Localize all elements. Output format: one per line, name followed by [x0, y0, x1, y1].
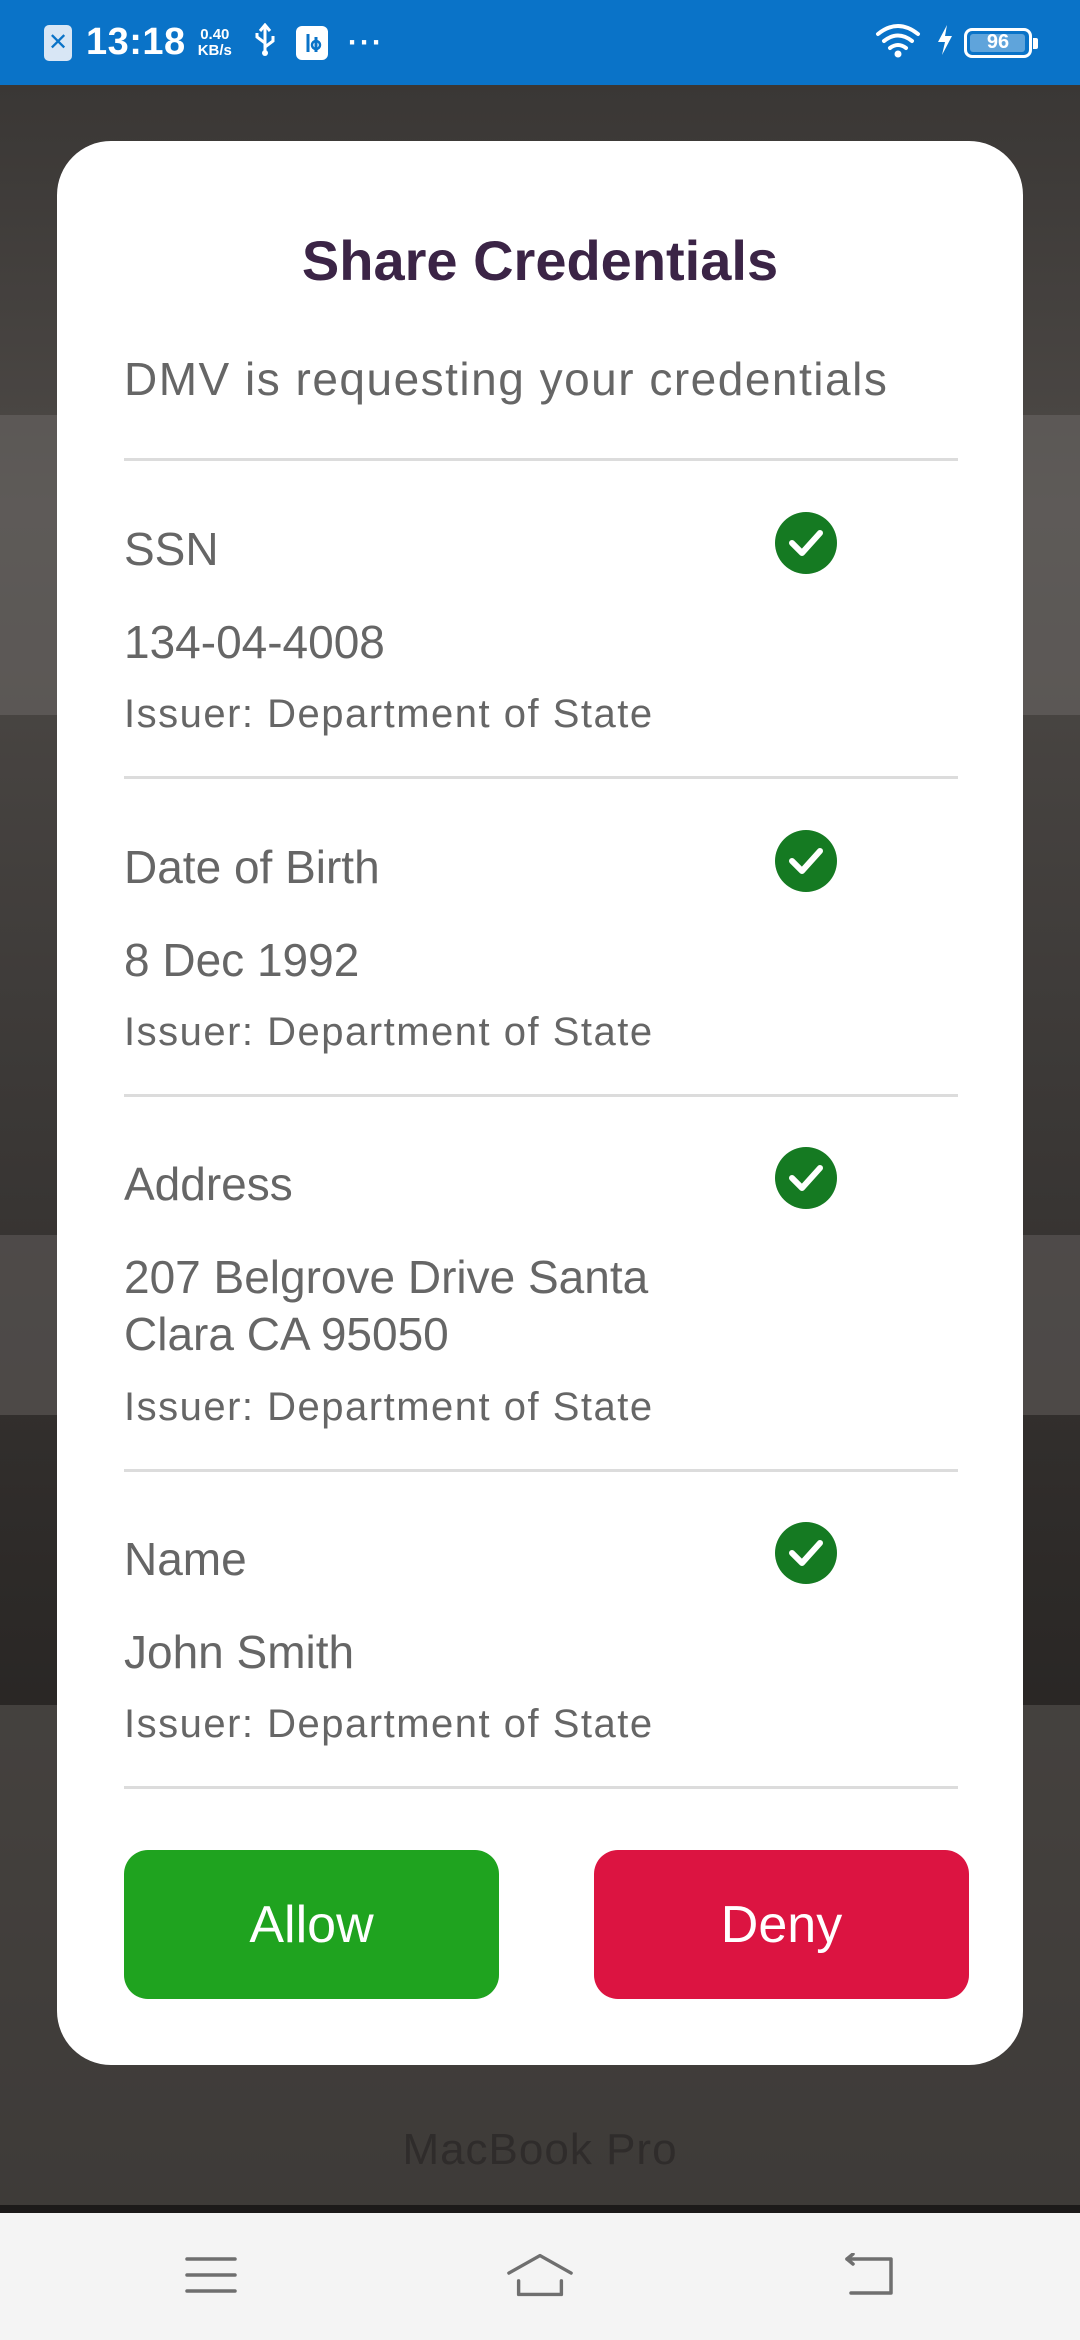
status-bar-right: 96	[874, 0, 1038, 85]
credential-label: Date of Birth	[124, 841, 380, 893]
menu-icon[interactable]	[176, 2243, 246, 2307]
dialog-title: Share Credentials	[301, 229, 779, 292]
status-bar: ✕ 13:18 0.40 KB/s ··· 96	[0, 0, 1080, 85]
credential-label: Address	[124, 1158, 293, 1210]
credential-label: Name	[124, 1533, 247, 1585]
credential-issuer: Issuer: Department of State	[124, 1010, 654, 1054]
status-bar-left: ✕ 13:18 0.40 KB/s ···	[44, 0, 384, 85]
credential-label: SSN	[124, 523, 219, 575]
divider	[124, 776, 958, 779]
more-notifications-icon: ···	[347, 25, 384, 59]
credential-value: 134-04-4008	[124, 616, 385, 668]
status-time: 13:18	[86, 21, 186, 63]
credential-value: John Smith	[124, 1626, 355, 1678]
credential-value: 8 Dec 1992	[124, 934, 360, 986]
credential-issuer: Issuer: Department of State	[124, 1385, 654, 1429]
checkmark-icon[interactable]	[775, 512, 837, 574]
checkmark-icon[interactable]	[775, 1522, 837, 1584]
credential-issuer: Issuer: Department of State	[124, 692, 654, 736]
x-app-icon: ✕	[44, 24, 72, 61]
navigation-bar	[0, 2213, 1080, 2340]
credential-value: 207 Belgrove Drive Santa Clara CA 95050	[124, 1251, 649, 1360]
divider	[124, 1094, 958, 1097]
divider	[124, 1786, 958, 1789]
share-credentials-dialog	[57, 141, 1023, 2065]
checkmark-icon[interactable]	[775, 1147, 837, 1209]
deny-button[interactable]: Deny	[594, 1850, 969, 1999]
divider	[124, 458, 958, 461]
checkmark-icon[interactable]	[775, 830, 837, 892]
dialog-subtitle: DMV is requesting your credentials	[124, 353, 889, 405]
back-icon[interactable]	[834, 2243, 904, 2307]
screen: ✕ 13:18 0.40 KB/s ··· 96 MacBook Pro Sha…	[0, 0, 1080, 2340]
credential-issuer: Issuer: Department of State	[124, 1702, 654, 1746]
usb-debug-icon	[295, 25, 328, 60]
usb-icon	[252, 22, 278, 62]
charging-icon	[936, 24, 954, 61]
network-speed-value: 0.40	[200, 25, 230, 43]
network-speed: 0.40 KB/s	[197, 25, 232, 59]
divider	[124, 1469, 958, 1472]
battery-icon: 96	[964, 27, 1038, 58]
home-icon[interactable]	[505, 2243, 575, 2307]
allow-button[interactable]: Allow	[124, 1850, 499, 1999]
network-speed-unit: KB/s	[197, 41, 232, 59]
backdrop-text: MacBook Pro	[402, 2125, 678, 2174]
battery-level: 96	[986, 31, 1010, 53]
wifi-icon	[874, 22, 922, 63]
